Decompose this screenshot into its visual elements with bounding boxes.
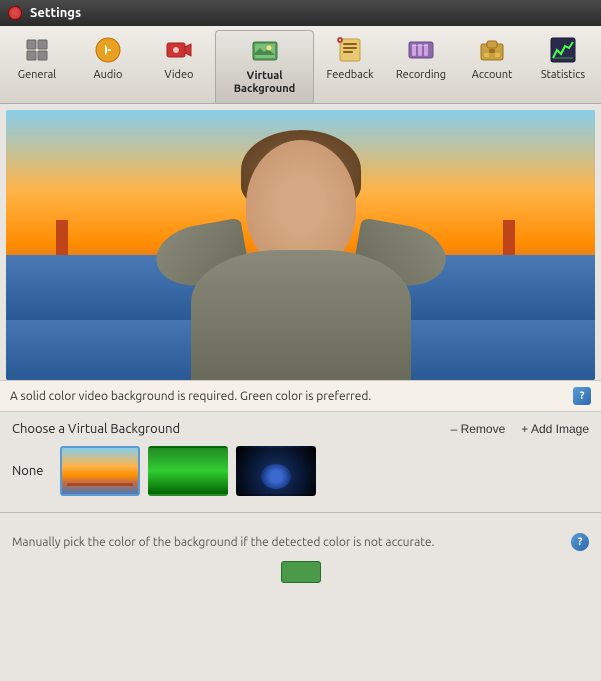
toolbar: General Audio Video (0, 26, 601, 104)
hint-text: Manually pick the color of the backgroun… (12, 536, 435, 549)
add-image-button[interactable]: + Add Image (521, 422, 589, 436)
account-icon (476, 34, 508, 66)
bg-thumbnails: None (12, 446, 589, 496)
tab-video[interactable]: Video (144, 30, 214, 103)
bottom-hint: Manually pick the color of the backgroun… (12, 533, 589, 551)
tab-audio[interactable]: Audio (73, 30, 143, 103)
tab-general-label: General (18, 69, 56, 82)
color-picker-button[interactable] (281, 561, 321, 583)
audio-icon (92, 34, 124, 66)
bg-thumb-bridge[interactable] (60, 446, 140, 496)
preview-background (6, 110, 595, 380)
hint-icon[interactable]: ? (571, 533, 589, 551)
tab-video-label: Video (165, 69, 194, 82)
recording-icon (405, 34, 437, 66)
info-message: A solid color video background is requir… (10, 390, 371, 403)
content-area: A solid color video background is requir… (0, 104, 601, 681)
tab-feedback-label: Feedback (326, 69, 373, 82)
tab-general[interactable]: General (2, 30, 72, 103)
remove-button[interactable]: – Remove (451, 422, 506, 436)
person-body (191, 250, 411, 380)
bg-header: Choose a Virtual Background – Remove + A… (12, 422, 589, 436)
tab-recording-label: Recording (396, 69, 446, 82)
bg-thumb-nature[interactable] (148, 446, 228, 496)
info-bar: A solid color video background is requir… (0, 380, 601, 412)
close-button[interactable] (8, 6, 22, 20)
separator (0, 512, 601, 513)
none-label: None (12, 464, 52, 478)
tab-account-label: Account (472, 69, 513, 82)
tab-audio-label: Audio (94, 69, 123, 82)
general-icon (21, 34, 53, 66)
bg-section-label: Choose a Virtual Background (12, 422, 180, 436)
feedback-icon (334, 34, 366, 66)
window-title: Settings (30, 6, 81, 20)
title-bar: Settings (0, 0, 601, 26)
bg-thumb-space[interactable] (236, 446, 316, 496)
preview-container (6, 110, 595, 380)
info-icon[interactable]: ? (573, 387, 591, 405)
bg-actions: – Remove + Add Image (451, 422, 589, 436)
bg-section: Choose a Virtual Background – Remove + A… (0, 412, 601, 506)
tab-virtual-background-label: Virtual Background (224, 70, 305, 96)
virtual-background-icon (249, 35, 281, 67)
statistics-icon (547, 34, 579, 66)
tab-recording[interactable]: Recording (386, 30, 456, 103)
tab-feedback[interactable]: Feedback (315, 30, 385, 103)
tab-statistics-label: Statistics (541, 69, 585, 82)
video-icon (163, 34, 195, 66)
tab-statistics[interactable]: Statistics (528, 30, 598, 103)
bottom-section: Manually pick the color of the backgroun… (0, 523, 601, 593)
tab-account[interactable]: Account (457, 30, 527, 103)
person-shape (141, 120, 461, 380)
tab-virtual-background[interactable]: Virtual Background (215, 30, 314, 103)
